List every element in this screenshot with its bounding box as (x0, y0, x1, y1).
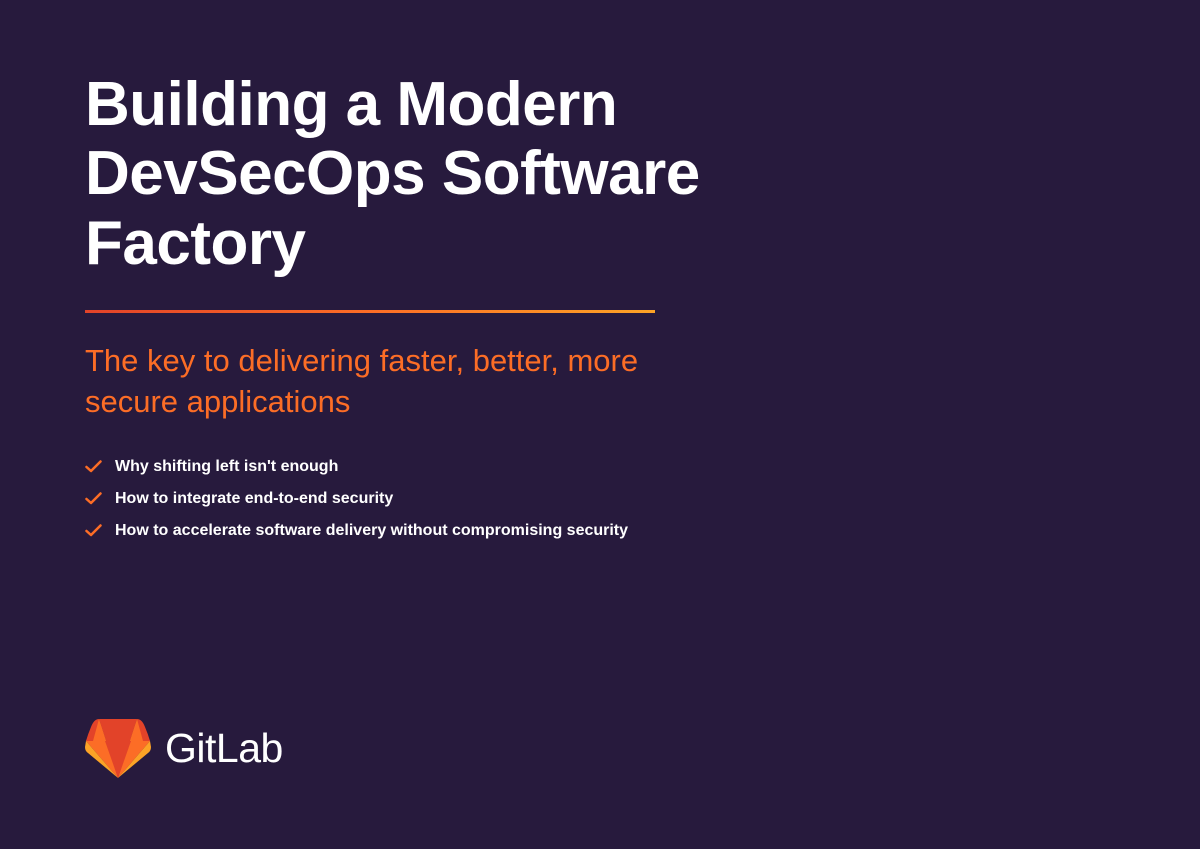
bullet-text: How to integrate end-to-end security (115, 490, 393, 508)
checkmark-icon (85, 458, 102, 475)
list-item: Why shifting left isn't enough (85, 458, 1115, 476)
bullet-list: Why shifting left isn't enough How to in… (85, 458, 1115, 540)
logo-area: GitLab (85, 717, 283, 779)
logo-text: GitLab (165, 725, 283, 772)
page-subtitle: The key to delivering faster, better, mo… (85, 341, 705, 422)
content-container: Building a Modern DevSecOps Software Fac… (0, 0, 1200, 540)
page-title: Building a Modern DevSecOps Software Fac… (85, 70, 935, 278)
checkmark-icon (85, 490, 102, 507)
gitlab-logo-icon (85, 717, 151, 779)
list-item: How to accelerate software delivery with… (85, 522, 1115, 540)
bullet-text: How to accelerate software delivery with… (115, 522, 628, 540)
checkmark-icon (85, 522, 102, 539)
divider-line (85, 310, 655, 313)
bullet-text: Why shifting left isn't enough (115, 458, 338, 476)
list-item: How to integrate end-to-end security (85, 490, 1115, 508)
